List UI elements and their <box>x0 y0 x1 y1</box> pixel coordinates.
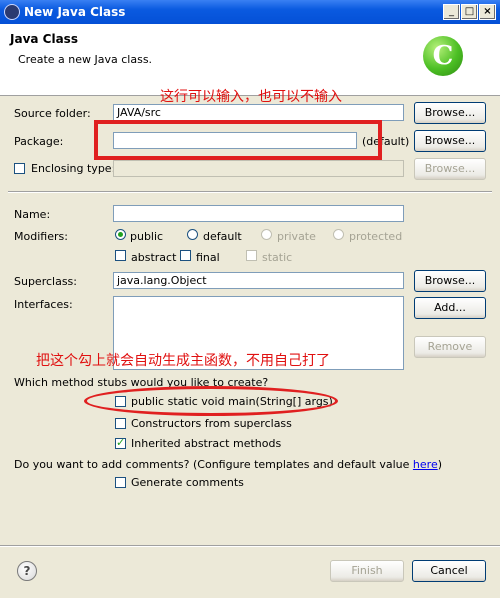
separator <box>8 191 492 193</box>
modifiers-label: Modifiers: <box>14 230 68 243</box>
annotation-top: 这行可以输入，也可以不输入 <box>160 89 342 105</box>
superclass-browse-button[interactable]: Browse... <box>414 270 486 292</box>
add-interface-button[interactable]: Add... <box>414 297 486 319</box>
maximize-button[interactable]: □ <box>461 4 478 20</box>
close-button[interactable]: × <box>479 4 496 20</box>
inherited-abstract-checkbox[interactable] <box>115 436 126 449</box>
templates-here-link[interactable]: here <box>413 458 438 471</box>
comments-question: Do you want to add comments? (Configure … <box>14 458 442 471</box>
generate-comments-checkbox[interactable] <box>115 477 126 488</box>
enclosing-type-input[interactable] <box>113 160 404 177</box>
public-label: public <box>130 230 164 243</box>
name-label: Name: <box>14 208 51 221</box>
footer-separator <box>0 545 500 547</box>
finish-button[interactable]: Finish <box>330 560 404 582</box>
public-radio[interactable] <box>115 229 126 240</box>
enclosing-type-label: Enclosing type: <box>31 162 116 175</box>
superclass-label: Superclass: <box>14 275 77 288</box>
protected-radio[interactable] <box>333 229 344 240</box>
abstract-checkbox[interactable] <box>115 250 126 261</box>
static-checkbox[interactable] <box>246 250 257 261</box>
package-browse-button[interactable]: Browse... <box>414 130 486 152</box>
name-input[interactable] <box>113 205 404 222</box>
package-label: Package: <box>14 135 64 148</box>
final-checkbox[interactable] <box>180 250 191 261</box>
constructors-label: Constructors from superclass <box>131 417 292 430</box>
wizard-title: Java Class <box>10 32 78 46</box>
remove-interface-button[interactable]: Remove <box>414 336 486 358</box>
main-method-highlight-oval <box>84 386 338 416</box>
default-label: default <box>203 230 242 243</box>
annotation-middle: 把这个勾上就会自动生成主函数，不用自己打了 <box>36 353 330 369</box>
java-class-logo-icon: C <box>423 36 463 76</box>
generate-comments-label: Generate comments <box>131 476 244 489</box>
inherited-abstract-label: Inherited abstract methods <box>131 437 282 450</box>
help-icon[interactable]: ? <box>17 561 37 581</box>
protected-label: protected <box>349 230 403 243</box>
package-highlight-box <box>94 120 382 160</box>
source-folder-label: Source folder: <box>14 107 91 120</box>
comments-question-tail: ) <box>437 458 443 471</box>
private-label: private <box>277 230 316 243</box>
constructors-checkbox[interactable] <box>115 418 126 429</box>
static-label: static <box>262 251 293 264</box>
interfaces-label: Interfaces: <box>14 298 73 311</box>
enclosing-type-browse-button[interactable]: Browse... <box>414 158 486 180</box>
final-label: final <box>196 251 220 264</box>
wizard-description: Create a new Java class. <box>18 53 153 66</box>
enclosing-type-checkbox[interactable] <box>14 163 25 174</box>
source-folder-browse-button[interactable]: Browse... <box>414 102 486 124</box>
superclass-input[interactable]: java.lang.Object <box>113 272 404 289</box>
eclipse-app-icon <box>4 4 20 20</box>
minimize-button[interactable]: _ <box>443 4 460 20</box>
window-title: New Java Class <box>24 5 126 19</box>
cancel-button[interactable]: Cancel <box>412 560 486 582</box>
abstract-label: abstract <box>131 251 177 264</box>
comments-question-text: Do you want to add comments? (Configure … <box>14 458 413 471</box>
source-folder-input[interactable]: JAVA/src <box>113 104 404 121</box>
default-radio[interactable] <box>187 229 198 240</box>
private-radio[interactable] <box>261 229 272 240</box>
